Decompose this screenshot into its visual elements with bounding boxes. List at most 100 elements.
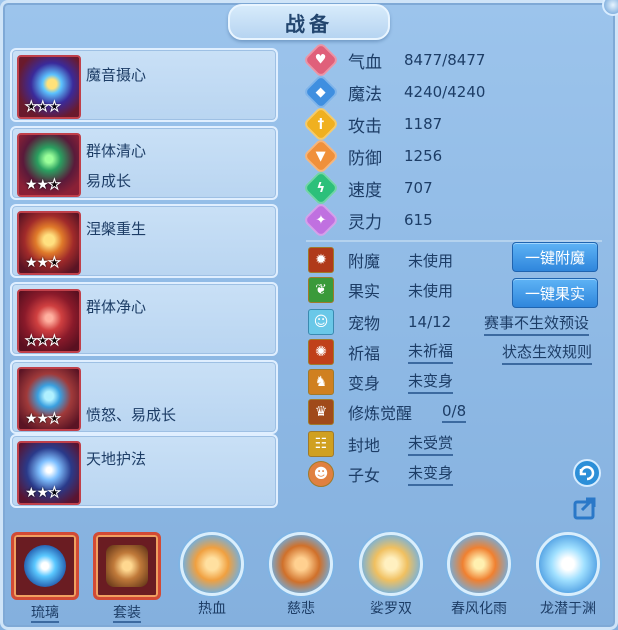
bottom-item-spring-rain[interactable]: 春风化雨 xyxy=(443,532,515,618)
skill-icon-group-purify: ★★★ xyxy=(17,289,81,353)
misc-row-pet: ☺ 宠物 14/12 xyxy=(308,308,451,336)
heart-icon: ♥ xyxy=(302,41,340,79)
stat-row-speed: ϟ 速度 707 xyxy=(302,169,433,207)
one-click-enchant-button[interactable]: 一键附魔 xyxy=(512,242,598,272)
title-banner: 战备 xyxy=(228,4,390,40)
blessing-link[interactable]: 未祈福 xyxy=(408,340,454,364)
skill-icon-group-clear: ★★★ xyxy=(17,133,81,197)
transform-icon: ♞ xyxy=(308,369,334,395)
stat-value: 1256 xyxy=(404,147,443,165)
misc-row-enchant: ✹ 附魔 未使用 xyxy=(308,246,453,274)
stat-value: 4240/4240 xyxy=(404,83,486,101)
sparkle-icon: ✦ xyxy=(302,201,340,239)
star-rating: ★★★ xyxy=(25,333,62,350)
share-icon[interactable] xyxy=(572,492,602,522)
refresh-icon[interactable] xyxy=(572,458,602,488)
misc-row-fief: ☷ 封地 未受赏 xyxy=(308,430,454,458)
misc-row-blessing: ✺ 祈福 未祈福 xyxy=(308,338,454,366)
bottom-item-hot-blood[interactable]: 热血 xyxy=(176,532,248,618)
skill-subtitle: 愤怒、易成长 xyxy=(86,406,177,424)
glass-orb-icon xyxy=(11,532,79,600)
bottom-label: 春风化雨 xyxy=(451,601,507,617)
fruit-icon: ❦ xyxy=(308,277,334,303)
skill-name: 魔音摄心 xyxy=(86,66,147,84)
stat-row-spirit: ✦ 灵力 615 xyxy=(302,201,433,239)
star-rating: ★★★ xyxy=(25,177,61,194)
bottom-label: 琉璃 xyxy=(31,605,59,623)
misc-label: 祈福 xyxy=(348,344,381,363)
skill-icon-heaven-earth-guard: ★★★ xyxy=(17,441,81,505)
armor-set-icon xyxy=(93,532,161,600)
event-preset-link[interactable]: 赛事不生效预设 xyxy=(484,312,590,336)
enchant-icon: ✹ xyxy=(308,247,334,273)
mana-icon: ◆ xyxy=(302,73,340,111)
hot-blood-icon xyxy=(180,532,244,596)
stat-row-mp: ◆ 魔法 4240/4240 xyxy=(302,73,486,111)
skill-card[interactable]: ★★★ 群体清心 易成长 xyxy=(10,126,278,200)
star-rating: ★★★ xyxy=(25,485,61,502)
stat-row-defense: ▼ 防御 1256 xyxy=(302,137,443,175)
misc-label: 宠物 xyxy=(348,314,381,333)
bottom-label: 龙潜于渊 xyxy=(540,601,596,617)
fief-icon: ☷ xyxy=(308,431,334,457)
stat-label: 攻击 xyxy=(348,116,382,137)
stat-value: 707 xyxy=(404,179,433,197)
page-title: 战备 xyxy=(285,11,333,36)
sala-icon xyxy=(359,532,423,596)
misc-label: 变身 xyxy=(348,374,381,393)
cultivation-icon: ♛ xyxy=(308,399,334,425)
skill-name: 群体清心 xyxy=(86,142,147,160)
star-rating: ★★★ xyxy=(25,99,62,116)
bottom-item-glass[interactable]: 琉璃 xyxy=(9,532,81,623)
skill-icon-magic-sound: ★★★ xyxy=(17,55,81,119)
spring-rain-icon xyxy=(447,532,511,596)
mercy-icon xyxy=(269,532,333,596)
shield-icon: ▼ xyxy=(302,137,340,175)
cultivation-link[interactable]: 0/8 xyxy=(442,402,467,423)
children-icon: ☻ xyxy=(308,461,334,487)
misc-row-cultivation: ♛ 修炼觉醒 0/8 xyxy=(308,398,467,426)
sword-icon: † xyxy=(302,105,340,143)
lightning-icon: ϟ xyxy=(302,169,340,207)
misc-row-fruit: ❦ 果实 未使用 xyxy=(308,276,453,304)
misc-value: 未使用 xyxy=(408,281,454,300)
fief-link[interactable]: 未受赏 xyxy=(408,432,454,456)
blessing-icon: ✺ xyxy=(308,339,334,365)
misc-label: 果实 xyxy=(348,282,381,301)
stat-label: 气血 xyxy=(348,52,382,73)
dragon-icon xyxy=(536,532,600,596)
skill-card[interactable]: ★★★ 群体净心 xyxy=(10,282,278,356)
misc-row-children: ☻ 子女 未变身 xyxy=(308,460,454,488)
skill-icon-nirvana: ★★★ xyxy=(17,211,81,275)
skill-icon-wrath: ★★★ xyxy=(17,367,81,431)
one-click-fruit-button[interactable]: 一键果实 xyxy=(512,278,598,308)
bottom-label: 娑罗双 xyxy=(370,601,412,617)
stat-label: 灵力 xyxy=(348,212,382,233)
skill-card[interactable]: ★★★ 涅槃重生 xyxy=(10,204,278,278)
stat-value: 1187 xyxy=(404,115,443,133)
star-rating: ★★★ xyxy=(25,411,61,428)
bottom-label: 热血 xyxy=(198,601,226,617)
misc-value: 未使用 xyxy=(408,251,454,270)
bottom-item-mercy[interactable]: 慈悲 xyxy=(265,532,337,618)
skill-card[interactable]: ★★★ 魔音摄心 xyxy=(10,48,278,122)
children-link[interactable]: 未变身 xyxy=(408,462,454,486)
stat-label: 速度 xyxy=(348,180,382,201)
bottom-item-sala[interactable]: 娑罗双 xyxy=(355,532,427,618)
bottom-item-dragon[interactable]: 龙潜于渊 xyxy=(532,532,604,618)
stat-row-attack: † 攻击 1187 xyxy=(302,105,443,143)
stat-value: 8477/8477 xyxy=(404,51,486,69)
bottom-label: 套装 xyxy=(113,605,141,623)
bottom-label: 慈悲 xyxy=(287,601,315,617)
skill-card[interactable]: ★★★ 愤怒、易成长 xyxy=(10,360,278,434)
skill-card[interactable]: ★★★ 天地护法 xyxy=(10,434,278,508)
stat-label: 魔法 xyxy=(348,84,382,105)
bottom-item-set[interactable]: 套装 xyxy=(91,532,163,623)
stat-label: 防御 xyxy=(348,148,382,169)
star-rating: ★★★ xyxy=(25,255,61,272)
misc-label: 封地 xyxy=(348,436,381,455)
skill-name: 涅槃重生 xyxy=(86,220,147,238)
status-rules-link[interactable]: 状态生效规则 xyxy=(502,341,593,365)
stat-value: 615 xyxy=(404,211,433,229)
transform-link[interactable]: 未变身 xyxy=(408,370,454,394)
